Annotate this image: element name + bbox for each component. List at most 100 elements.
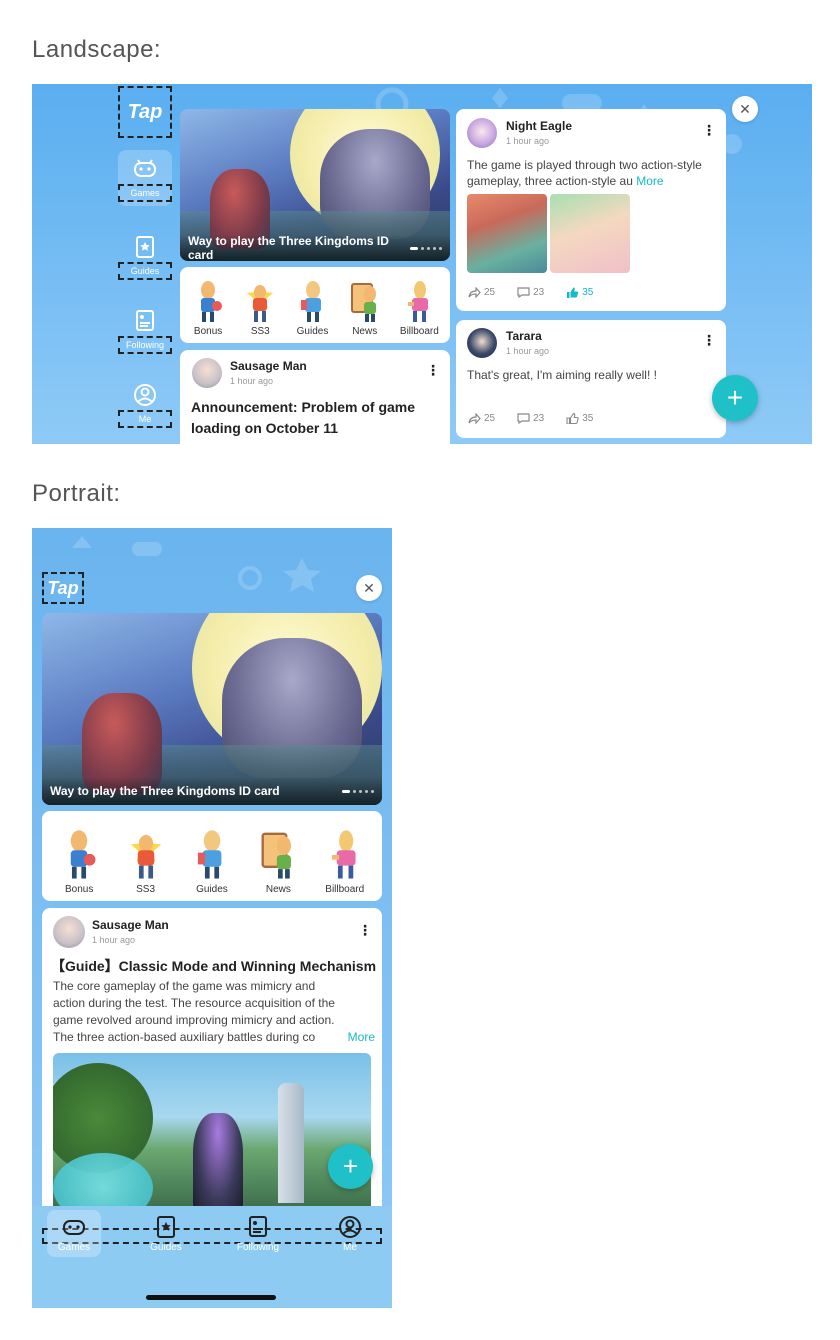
tab-guides[interactable]: Guides — [139, 1214, 193, 1253]
shortcut-bonus[interactable]: Bonus — [59, 829, 99, 895]
avatar[interactable] — [192, 358, 222, 388]
shortcut-billboard[interactable]: Billboard — [400, 280, 439, 337]
gamepad-icon — [134, 159, 156, 177]
more-options-icon[interactable]: ⋮ — [426, 362, 440, 379]
shortcut-news[interactable]: News — [258, 829, 298, 895]
banner-caption: Way to play the Three Kingdoms ID card — [188, 234, 389, 261]
shortcut-billboard-label: Billboard — [325, 884, 365, 895]
share-count: 25 — [484, 287, 496, 298]
guides-character-icon — [300, 281, 321, 322]
share-button[interactable]: 25 — [468, 413, 495, 424]
gamepad-icon — [63, 1220, 85, 1235]
more-link[interactable]: More — [636, 174, 663, 188]
avatar[interactable] — [467, 328, 497, 358]
star-book-icon — [136, 236, 154, 258]
post-body: The core gameplay of the game was mimicr… — [53, 978, 375, 1046]
like-button[interactable]: 35 — [566, 287, 593, 298]
shortcut-billboard[interactable]: Billboard — [325, 829, 365, 895]
close-button[interactable]: ✕ — [356, 575, 382, 601]
news-character-icon — [261, 832, 292, 879]
shortcut-guides-label: Guides — [196, 884, 228, 895]
more-options-icon[interactable]: ⋮ — [702, 332, 716, 349]
like-count: 35 — [582, 287, 594, 298]
tab-me-label: Me — [343, 1242, 357, 1253]
post-time: 1 hour ago — [506, 346, 550, 356]
nav-guides[interactable]: Guides — [118, 234, 172, 280]
portrait-section-title: Portrait: — [32, 480, 121, 507]
tab-guides-label: Guides — [150, 1242, 182, 1253]
shortcut-ss3[interactable]: SS3 — [126, 829, 166, 895]
like-count: 35 — [582, 413, 594, 424]
shortcut-ss3[interactable]: SS3 — [243, 280, 277, 337]
landscape-section-title: Landscape: — [32, 36, 162, 63]
create-post-fab[interactable]: + — [328, 1144, 373, 1189]
post-actions: 25 23 35 — [468, 287, 593, 298]
tab-games-label: Games — [57, 1242, 91, 1253]
post-card-night-eagle[interactable]: Night Eagle 1 hour ago ⋮ The game is pla… — [456, 109, 726, 311]
featured-banner[interactable]: Way to play the Three Kingdoms ID card — [180, 109, 450, 261]
post-time: 1 hour ago — [230, 376, 274, 386]
post-author[interactable]: Tarara — [506, 329, 542, 343]
shortcut-ss3-label: SS3 — [136, 884, 156, 895]
tab-games[interactable]: Games — [47, 1210, 101, 1257]
more-options-icon[interactable]: ⋮ — [702, 122, 716, 139]
post-body: That's great, I'm aiming really well! ! — [467, 368, 657, 382]
tab-me[interactable]: Me — [323, 1214, 377, 1253]
comment-button[interactable]: 23 — [517, 413, 544, 424]
nav-games-label: Games — [118, 184, 172, 202]
tap-logo[interactable]: Tap — [42, 572, 84, 604]
user-icon — [134, 384, 156, 406]
post-title[interactable]: Announcement: Problem of game loading on… — [191, 397, 441, 439]
share-icon — [468, 287, 481, 298]
post-image-map[interactable] — [467, 194, 547, 273]
avatar[interactable] — [53, 916, 85, 948]
banner-caption: Way to play the Three Kingdoms ID card — [50, 784, 280, 798]
nav-me[interactable]: Me — [118, 382, 172, 428]
side-nav-rail: Tap Games Guides Following Me — [118, 84, 174, 444]
bottom-tab-bar: Games Guides Following Me — [32, 1206, 392, 1308]
post-author[interactable]: Night Eagle — [506, 119, 572, 133]
thumbs-up-icon — [566, 413, 579, 424]
shortcut-row: Bonus SS3 Guides News Billboard — [180, 267, 450, 343]
post-body-line: The three action-based auxiliary battles… — [53, 1030, 316, 1044]
banner-pagination — [342, 789, 374, 793]
more-link[interactable]: More — [348, 1029, 375, 1046]
user-icon — [339, 1216, 361, 1238]
close-button[interactable]: ✕ — [732, 96, 758, 122]
share-button[interactable]: 25 — [468, 287, 495, 298]
shortcut-bonus-label: Bonus — [193, 326, 223, 337]
nav-following[interactable]: Following — [118, 308, 172, 354]
shortcut-bonus-label: Bonus — [65, 884, 94, 895]
post-body-line: game revolved around improving mimicry a… — [53, 1013, 335, 1027]
nav-games[interactable]: Games — [118, 150, 172, 206]
post-body-line: action during the test. The resource acq… — [53, 996, 335, 1010]
shortcut-bonus[interactable]: Bonus — [191, 280, 225, 337]
ss3-character-icon — [130, 833, 161, 879]
bonus-character-icon — [70, 830, 96, 879]
like-button[interactable]: 35 — [566, 413, 593, 424]
share-count: 25 — [484, 413, 496, 424]
comment-count: 23 — [533, 413, 545, 424]
post-image-gameplay[interactable] — [53, 1053, 371, 1208]
portrait-screen: Tap ✕ Way to play the Three Kingdoms ID … — [32, 528, 392, 1308]
featured-banner[interactable]: Way to play the Three Kingdoms ID card — [42, 613, 382, 805]
nav-guides-label: Guides — [118, 262, 172, 280]
post-body-text: The game is played through two action-st… — [467, 158, 702, 188]
create-post-fab[interactable]: + — [712, 375, 758, 421]
more-options-icon[interactable]: ⋮ — [358, 922, 372, 939]
comment-count: 23 — [533, 287, 545, 298]
post-card[interactable]: Sausage Man 1 hour ago ⋮ Announcement: P… — [180, 350, 450, 444]
shortcut-guides[interactable]: Guides — [192, 829, 232, 895]
comment-button[interactable]: 23 — [517, 287, 544, 298]
shortcut-news[interactable]: News — [348, 280, 382, 337]
shortcut-news-label: News — [265, 884, 291, 895]
post-author[interactable]: Sausage Man — [230, 359, 307, 373]
post-image-characters[interactable] — [550, 194, 630, 273]
post-title[interactable]: 【Guide】Classic Mode and Winning Mechanis… — [51, 956, 376, 976]
shortcut-guides[interactable]: Guides — [296, 280, 330, 337]
tab-following[interactable]: Following — [231, 1214, 285, 1253]
post-author[interactable]: Sausage Man — [92, 918, 169, 932]
post-card-tarara[interactable]: Tarara 1 hour ago ⋮ That's great, I'm ai… — [456, 320, 726, 438]
avatar[interactable] — [467, 118, 497, 148]
tap-logo[interactable]: Tap — [118, 86, 172, 138]
